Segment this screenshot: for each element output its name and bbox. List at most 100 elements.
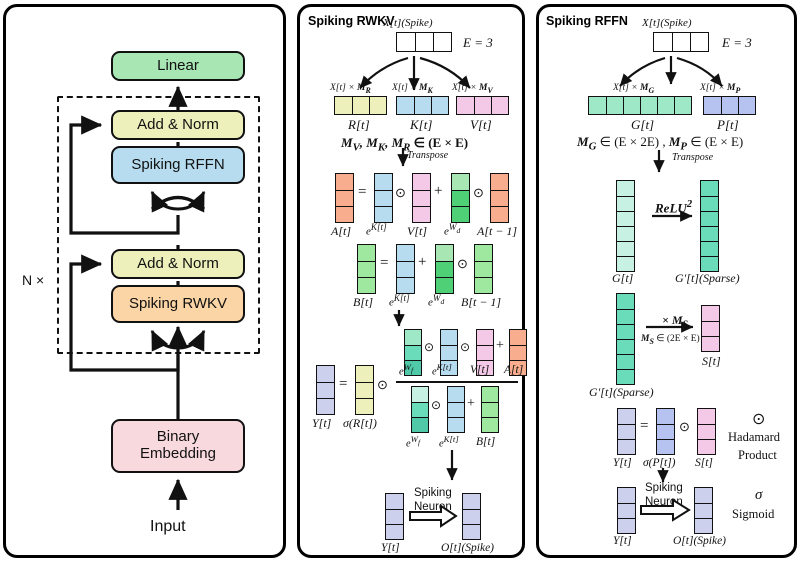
block-linear[interactable]: Linear <box>111 51 245 81</box>
spiking-rffn-panel-title: Spiking RFFN <box>546 14 628 28</box>
repeat-count-label: N × <box>22 272 45 288</box>
block-binary-embedding[interactable]: Binary Embedding <box>111 419 245 473</box>
rffn-neuron-output-label: O[t](Spike) <box>673 535 727 547</box>
rffn-eq-y-hadamard: ⊙ <box>679 419 690 434</box>
rwkv-eq-b-term-bprev: B[t − 1] <box>461 295 502 309</box>
rwkv-eq-b-ek-strip <box>396 244 415 294</box>
rwkv-input-dim: E = 3 <box>463 35 493 50</box>
rwkv-proj-v-strip <box>456 96 509 115</box>
block-spiking-rffn-label: Spiking RFFN <box>131 155 225 173</box>
rffn-gprime-column-strip <box>700 180 719 272</box>
rwkv-proj-r-top: X[t] × MR <box>330 83 371 95</box>
legend-sigma-line1: Sigmoid <box>732 507 775 521</box>
rwkv-eq-a-hadamard-2: ⊙ <box>473 185 484 200</box>
rwkv-den-label-ek: eK[t] <box>439 434 459 450</box>
legend-hadamard-symbol: ⊙ <box>752 411 766 428</box>
rwkv-proj-v-bottom: V[t] <box>470 117 492 132</box>
rwkv-neuron-label-line1: Spiking <box>414 487 452 499</box>
block-add-norm-bottom[interactable]: Add & Norm <box>111 249 245 279</box>
rwkv-eq-y-fraction-bar <box>396 381 518 383</box>
rwkv-eq-b-term-ek: eK[t] <box>389 293 410 309</box>
rwkv-eq-y-sigma-r-label: σ(R[t]) <box>343 416 377 430</box>
rwkv-eq-a-term-ek: eK[t] <box>366 222 387 238</box>
rwkv-eq-y-hadamard: ⊙ <box>377 377 388 392</box>
rwkv-eq-b-plus: + <box>418 254 427 270</box>
rffn-eq-y-lhs-label: Y[t] <box>613 457 632 469</box>
rwkv-proj-k-strip <box>396 96 449 115</box>
block-add-norm-top[interactable]: Add & Norm <box>111 110 245 140</box>
rwkv-eq-y-lhs-label: Y[t] <box>312 416 332 430</box>
block-spiking-rffn[interactable]: Spiking RFFN <box>111 146 245 184</box>
rffn-proj-p-bottom: P[t] <box>717 117 739 132</box>
rwkv-num-label-v: V[t] <box>470 364 490 376</box>
rffn-proj-g-strip <box>588 96 692 115</box>
rwkv-num-hadamard-1: ⊙ <box>424 340 435 354</box>
rwkv-eq-a-hadamard-1: ⊙ <box>395 185 406 200</box>
rwkv-eq-a-aprev-strip <box>490 173 509 223</box>
rffn-eq-y-s-label: S[t] <box>695 457 713 469</box>
rwkv-eq-a-equals: = <box>358 184 367 200</box>
rwkv-eq-a-lhs-strip <box>335 173 354 223</box>
rwkv-den-ewf-strip <box>411 386 429 433</box>
rwkv-den-hadamard: ⊙ <box>431 398 442 412</box>
rwkv-eq-a-term-v: V[t] <box>407 224 428 238</box>
input-label: Input <box>150 518 186 535</box>
spiking-rffn-panel <box>536 4 797 558</box>
block-spiking-rwkv[interactable]: Spiking RWKV <box>111 285 245 323</box>
rwkv-num-plus: + <box>496 338 504 353</box>
rffn-neuron-input-label: Y[t] <box>613 535 632 547</box>
rwkv-eq-b-bprev-strip <box>474 244 493 294</box>
rwkv-num-label-a: A[t] <box>504 364 524 376</box>
rffn-ms-op-label: × MS <box>662 313 689 331</box>
rwkv-neuron-output-label: O[t](Spike) <box>441 542 495 554</box>
rffn-eq-y-equals: = <box>640 418 649 434</box>
rwkv-matrix-note: MV, MK, MR ∈ (E × E) <box>341 135 469 154</box>
rwkv-eq-b-term-ewd: eWd <box>428 293 445 309</box>
rwkv-input-strip <box>396 32 452 52</box>
legend-hadamard-line2: Product <box>738 448 777 462</box>
rffn-neuron-label-line1: Spiking <box>645 482 683 494</box>
rffn-proj-g-top: X[t] × MG <box>613 83 655 95</box>
rwkv-eq-b-equals: = <box>380 255 389 271</box>
rffn-g-label: G[t] <box>612 271 634 285</box>
rwkv-eq-y-sigma-r-strip <box>355 365 374 415</box>
rwkv-num-label-ewf: eWf <box>399 362 413 378</box>
rwkv-eq-a-ewd-strip <box>451 173 470 223</box>
rwkv-proj-r-strip <box>334 96 387 115</box>
rwkv-eq-a-term-aprev: A[t − 1] <box>477 224 518 238</box>
spiking-rwkv-panel-title: Spiking RWKV <box>308 14 395 28</box>
rwkv-neuron-input-label: Y[t] <box>381 542 400 554</box>
rffn-input-strip <box>653 32 709 52</box>
legend-sigma-symbol: σ <box>755 487 763 503</box>
rwkv-neuron-input-strip <box>385 493 404 540</box>
rwkv-eq-b-ewd-strip <box>435 244 454 294</box>
rwkv-num-label-ek: eK[t] <box>432 362 452 378</box>
rffn-g-column-strip <box>616 180 635 272</box>
rffn-ms-note: MS ∈ (2E × E) <box>641 334 700 346</box>
rwkv-neuron-label-line2: Neuron <box>414 501 452 513</box>
rffn-neuron-output-strip <box>694 487 713 534</box>
rffn-s-strip <box>701 305 720 352</box>
rffn-relu-op-label: ReLU2 <box>655 198 693 216</box>
rffn-proj-p-top: X[t] × MP <box>700 83 741 95</box>
rwkv-eq-y-lhs-strip <box>316 365 335 415</box>
block-linear-label: Linear <box>157 56 199 74</box>
rwkv-eq-b-hadamard: ⊙ <box>457 256 468 271</box>
block-binary-embedding-label-line2: Embedding <box>140 445 216 462</box>
block-spiking-rwkv-label: Spiking RWKV <box>128 294 228 312</box>
rffn-proj-p-strip <box>703 96 756 115</box>
rwkv-eq-y-equals: = <box>339 376 348 392</box>
rffn-gprime-source-label: G′[t](Sparse) <box>589 385 654 399</box>
block-binary-embedding-label-line1: Binary <box>156 428 200 446</box>
block-add-norm-bottom-label: Add & Norm <box>137 254 219 272</box>
rffn-input-label: X[t](Spike) <box>642 17 692 29</box>
rwkv-den-label-b: B[t] <box>476 436 496 448</box>
rwkv-eq-a-plus: + <box>434 183 443 199</box>
rwkv-den-plus: + <box>467 396 475 411</box>
rwkv-eq-b-lhs-label: B[t] <box>353 295 374 309</box>
rwkv-input-label: X[t](Spike) <box>383 17 433 29</box>
rwkv-proj-k-bottom: K[t] <box>410 117 433 132</box>
legend-hadamard-line1: Hadamard <box>728 430 781 444</box>
rwkv-proj-r-bottom: R[t] <box>348 117 370 132</box>
rwkv-transpose-label: Transpose <box>407 150 449 161</box>
